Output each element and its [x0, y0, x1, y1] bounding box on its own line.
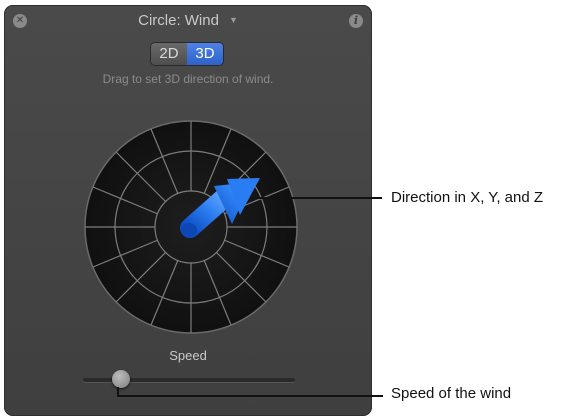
- instruction-text: Drag to set 3D direction of wind.: [102, 72, 274, 86]
- toggle-2d-button[interactable]: 2D: [151, 43, 187, 65]
- hud-title-text: Circle: Wind: [138, 12, 219, 29]
- direction-callout: Direction in X, Y, and Z: [391, 189, 544, 206]
- hud-title[interactable]: Circle: Wind ▼: [4, 12, 372, 29]
- toggle-3d-button[interactable]: 3D: [187, 43, 223, 65]
- chevron-down-icon[interactable]: ▼: [229, 15, 238, 25]
- speed-slider-thumb[interactable]: [112, 370, 131, 388]
- speed-leader-line: [117, 395, 383, 397]
- hud-panel: ✕ Circle: Wind ▼ i 2D 3D Drag to set 3D d…: [4, 5, 372, 416]
- dimension-toggle: 2D 3D: [151, 43, 223, 65]
- direction-wheel[interactable]: [84, 120, 298, 334]
- speed-label: Speed: [169, 348, 207, 363]
- info-icon[interactable]: i: [349, 14, 363, 28]
- direction-leader-line: [258, 197, 382, 199]
- speed-callout: Speed of the wind: [391, 385, 512, 402]
